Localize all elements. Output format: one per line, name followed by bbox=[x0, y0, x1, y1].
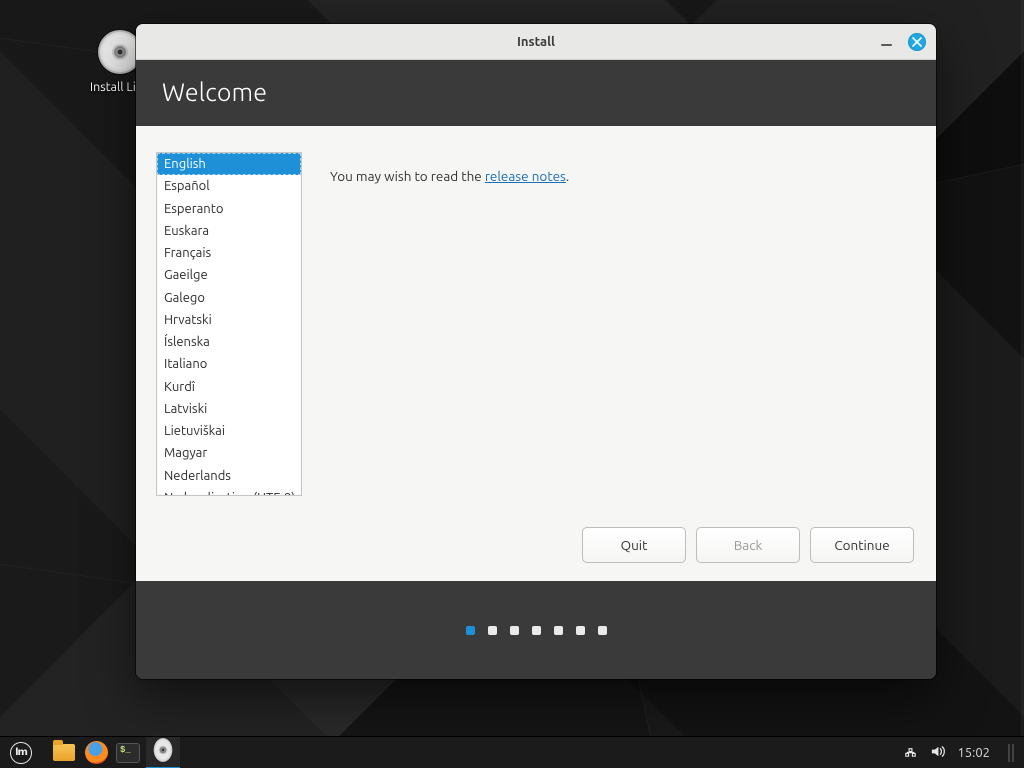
welcome-message: You may wish to read the release notes. bbox=[330, 152, 569, 563]
welcome-text-prefix: You may wish to read the bbox=[330, 168, 485, 184]
progress-dots bbox=[466, 626, 607, 635]
language-option[interactable]: Nederlands bbox=[157, 465, 301, 487]
window-title: Install bbox=[136, 35, 936, 49]
language-option[interactable]: Magyar bbox=[157, 442, 301, 464]
installer-footer bbox=[136, 581, 936, 679]
language-option[interactable]: Gaeilge bbox=[157, 264, 301, 286]
volume-icon[interactable] bbox=[930, 744, 945, 762]
language-option[interactable]: Español bbox=[157, 175, 301, 197]
language-option[interactable]: Euskara bbox=[157, 220, 301, 242]
network-icon[interactable] bbox=[903, 744, 918, 762]
language-option[interactable]: English bbox=[157, 153, 301, 175]
progress-dot bbox=[488, 626, 497, 635]
welcome-text-suffix: . bbox=[566, 168, 569, 184]
window-minimize-button[interactable] bbox=[878, 33, 894, 49]
progress-dot bbox=[532, 626, 541, 635]
taskbar[interactable]: 15:02 bbox=[0, 736, 1024, 768]
taskbar-separator bbox=[42, 737, 48, 768]
wizard-buttons: Quit Back Continue bbox=[582, 527, 914, 563]
panel-grip[interactable] bbox=[1008, 744, 1014, 762]
installer-content: EnglishEspañolEsperantoEuskaraFrançaisGa… bbox=[136, 126, 936, 581]
progress-dot bbox=[554, 626, 563, 635]
progress-dot bbox=[598, 626, 607, 635]
language-option[interactable]: No localization (UTF-8) bbox=[157, 487, 301, 495]
language-option[interactable]: Français bbox=[157, 242, 301, 264]
taskbar-installer[interactable] bbox=[146, 737, 180, 768]
taskbar-terminal[interactable] bbox=[114, 739, 142, 767]
folder-icon bbox=[53, 744, 75, 761]
language-option[interactable]: Latviski bbox=[157, 398, 301, 420]
language-option[interactable]: Íslenska bbox=[157, 331, 301, 353]
language-option[interactable]: Kurdî bbox=[157, 376, 301, 398]
progress-dot bbox=[576, 626, 585, 635]
continue-button[interactable]: Continue bbox=[810, 527, 914, 563]
language-option[interactable]: Galego bbox=[157, 287, 301, 309]
disc-icon bbox=[154, 737, 173, 761]
installer-window: Install Welcome EnglishEspañolEsperantoE… bbox=[136, 24, 936, 679]
quit-button[interactable]: Quit bbox=[582, 527, 686, 563]
language-option[interactable]: Italiano bbox=[157, 353, 301, 375]
mint-logo-icon bbox=[10, 742, 32, 764]
taskbar-clock[interactable]: 15:02 bbox=[957, 746, 990, 760]
window-titlebar[interactable]: Install bbox=[136, 24, 936, 60]
taskbar-files[interactable] bbox=[50, 739, 78, 767]
progress-dot bbox=[510, 626, 519, 635]
language-list[interactable]: EnglishEspañolEsperantoEuskaraFrançaisGa… bbox=[156, 152, 302, 496]
window-close-button[interactable] bbox=[908, 33, 926, 51]
terminal-icon bbox=[116, 743, 140, 763]
system-tray: 15:02 bbox=[903, 744, 1018, 762]
progress-dot bbox=[466, 626, 475, 635]
page-title: Welcome bbox=[162, 78, 910, 106]
firefox-icon bbox=[85, 741, 108, 764]
taskbar-firefox[interactable] bbox=[82, 739, 110, 767]
installer-header: Welcome bbox=[136, 60, 936, 126]
release-notes-link[interactable]: release notes bbox=[485, 168, 566, 184]
language-option[interactable]: Esperanto bbox=[157, 198, 301, 220]
back-button[interactable]: Back bbox=[696, 527, 800, 563]
start-menu-button[interactable] bbox=[0, 737, 42, 768]
language-option[interactable]: Lietuviškai bbox=[157, 420, 301, 442]
language-option[interactable]: Hrvatski bbox=[157, 309, 301, 331]
